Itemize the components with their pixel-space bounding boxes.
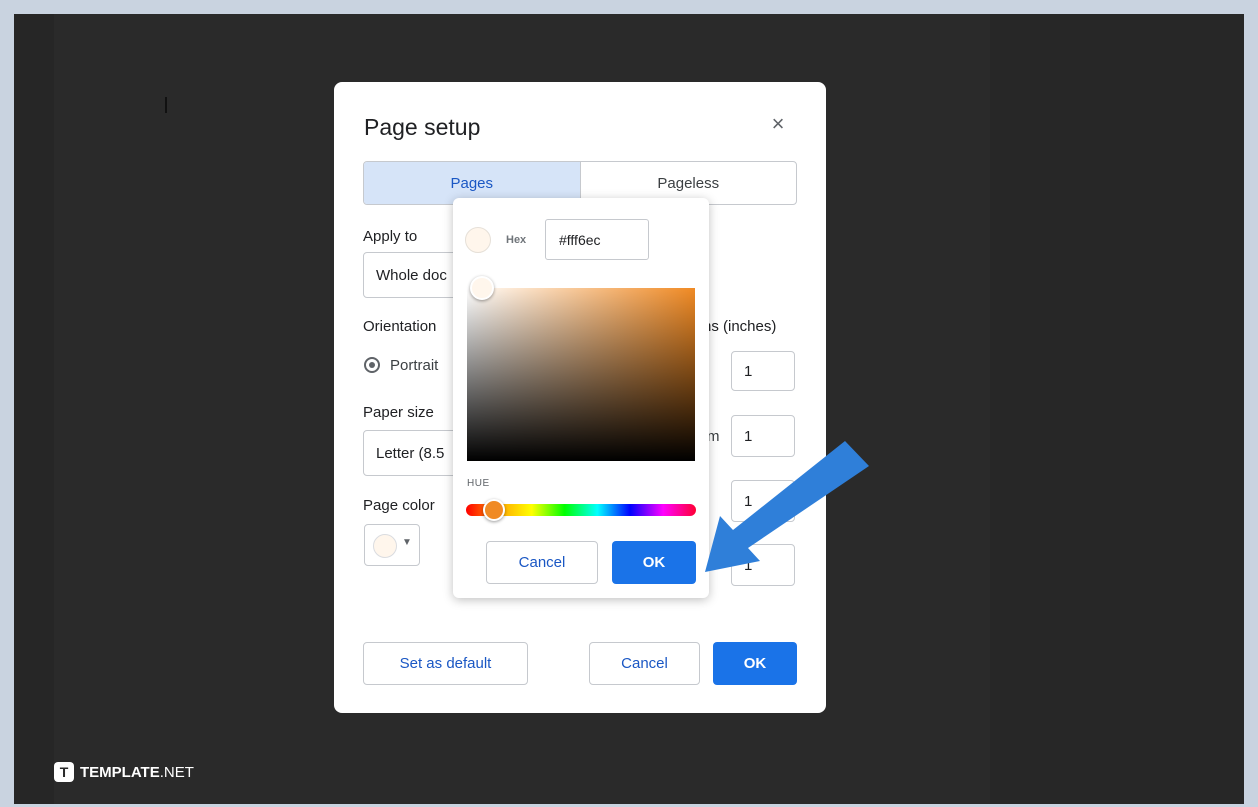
margin-top-input[interactable]: 1 (731, 351, 795, 391)
hue-label: HUE (467, 478, 490, 489)
page-color-button[interactable]: ▼ (364, 524, 420, 566)
saturation-handle[interactable] (470, 276, 494, 300)
close-icon[interactable]: × (766, 112, 790, 136)
apply-to-value: Whole doc (376, 266, 447, 284)
ok-button[interactable]: OK (713, 642, 797, 685)
margin-left-input[interactable]: 1 (731, 480, 795, 522)
dialog-title: Page setup (364, 114, 481, 140)
brand-name: TEMPLATE.NET (80, 763, 194, 781)
brand-watermark: T TEMPLATE.NET (54, 762, 194, 782)
picker-cancel-button[interactable]: Cancel (486, 541, 598, 584)
brand-logo: T (54, 762, 74, 782)
set-default-button[interactable]: Set as default (363, 642, 528, 685)
cancel-button[interactable]: Cancel (589, 642, 700, 685)
hex-input[interactable]: #fff6ec (545, 219, 649, 260)
saturation-value-area[interactable] (467, 288, 695, 461)
orientation-label: Orientation (363, 318, 437, 335)
portrait-radio[interactable] (364, 357, 380, 373)
backdrop-left-shade (14, 14, 54, 804)
hex-value: #fff6ec (559, 231, 601, 248)
margin-right-input[interactable]: 1 (731, 544, 795, 586)
text-cursor (165, 97, 167, 113)
dropdown-caret-icon: ▼ (402, 537, 412, 548)
margin-bottom-input[interactable]: 1 (731, 415, 795, 457)
paper-size-value: Letter (8.5 (376, 444, 445, 462)
page-color-swatch (373, 534, 397, 558)
hue-handle[interactable] (483, 499, 505, 521)
picker-ok-button[interactable]: OK (612, 541, 696, 584)
custom-color-picker: Hex #fff6ec HUE Cancel OK (453, 198, 709, 598)
color-preview-swatch (465, 227, 491, 253)
portrait-label: Portrait (390, 357, 439, 374)
apply-to-label: Apply to (363, 228, 418, 245)
margins-label: ns (inches) (703, 318, 777, 335)
backdrop-right-shade (990, 14, 1244, 804)
hex-label: Hex (506, 234, 527, 246)
paper-size-label: Paper size (363, 404, 434, 421)
page-color-label: Page color (363, 497, 435, 514)
